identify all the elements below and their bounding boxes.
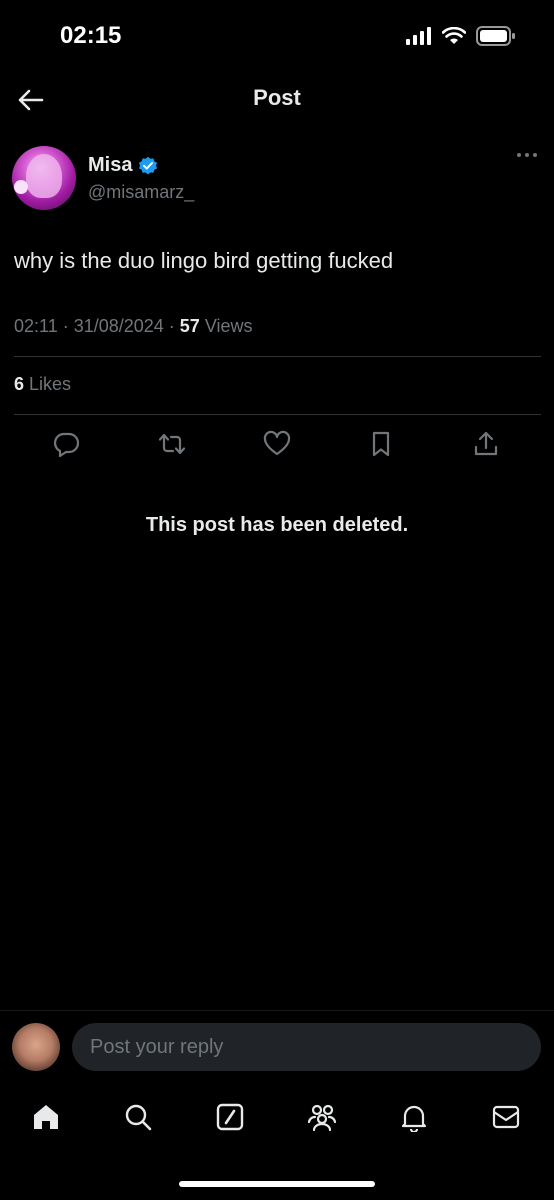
- reply-bar: [0, 1010, 554, 1081]
- home-indicator[interactable]: [179, 1181, 375, 1187]
- post-timestamp[interactable]: 02:11 · 31/08/2024 ·: [14, 316, 180, 336]
- views-count: 57: [179, 316, 200, 336]
- likes-count: 6: [14, 374, 25, 394]
- user-avatar[interactable]: [12, 1023, 60, 1071]
- messages-icon: [491, 1102, 521, 1132]
- more-dots-icon: [516, 152, 538, 158]
- grok-icon: [215, 1102, 245, 1132]
- author-handle[interactable]: @misamarz_: [88, 182, 194, 203]
- more-options-button[interactable]: [516, 152, 538, 158]
- views-label: Views: [199, 316, 253, 336]
- header: Post: [0, 70, 554, 130]
- page-title: Post: [253, 85, 301, 110]
- divider: [14, 356, 541, 357]
- share-icon: [472, 430, 500, 458]
- status-bar: 02:15: [0, 0, 554, 70]
- author-display-name[interactable]: Misa: [88, 154, 132, 177]
- deleted-notice: This post has been deleted.: [145, 514, 409, 536]
- share-button[interactable]: [468, 426, 504, 462]
- post-meta: 02:11 · 31/08/2024 · 57 Views: [14, 316, 253, 337]
- nav-messages[interactable]: [488, 1099, 524, 1135]
- bookmark-icon: [367, 430, 395, 458]
- post-text: why is the duo lingo bird getting fucked: [14, 248, 394, 273]
- author-name-row[interactable]: Misa: [88, 154, 158, 177]
- verified-badge-icon: [138, 156, 158, 176]
- nav-grok[interactable]: [212, 1099, 248, 1135]
- repost-icon: [158, 430, 186, 458]
- battery-icon: [476, 26, 516, 46]
- home-icon: [31, 1102, 61, 1132]
- post-actions: [0, 426, 554, 462]
- bookmark-button[interactable]: [363, 426, 399, 462]
- author-avatar[interactable]: [12, 146, 76, 210]
- repost-button[interactable]: [154, 426, 190, 462]
- divider: [14, 414, 541, 415]
- communities-icon: [306, 1102, 338, 1132]
- signal-icon: [406, 27, 432, 45]
- bottom-nav: [0, 1085, 554, 1149]
- nav-search[interactable]: [120, 1099, 156, 1135]
- reply-icon: [52, 430, 80, 458]
- like-button[interactable]: [259, 426, 295, 462]
- reply-button[interactable]: [48, 426, 84, 462]
- reply-input[interactable]: [72, 1023, 541, 1071]
- search-icon: [123, 1102, 153, 1132]
- status-time: 02:15: [60, 22, 122, 49]
- notifications-icon: [399, 1102, 429, 1132]
- nav-home[interactable]: [28, 1099, 64, 1135]
- nav-communities[interactable]: [304, 1099, 340, 1135]
- wifi-icon: [442, 27, 466, 45]
- likes-label: Likes: [24, 374, 72, 394]
- nav-notifications[interactable]: [396, 1099, 432, 1135]
- status-icons: [406, 26, 516, 46]
- likes-row[interactable]: 6 Likes: [14, 374, 71, 395]
- heart-icon: [263, 430, 291, 458]
